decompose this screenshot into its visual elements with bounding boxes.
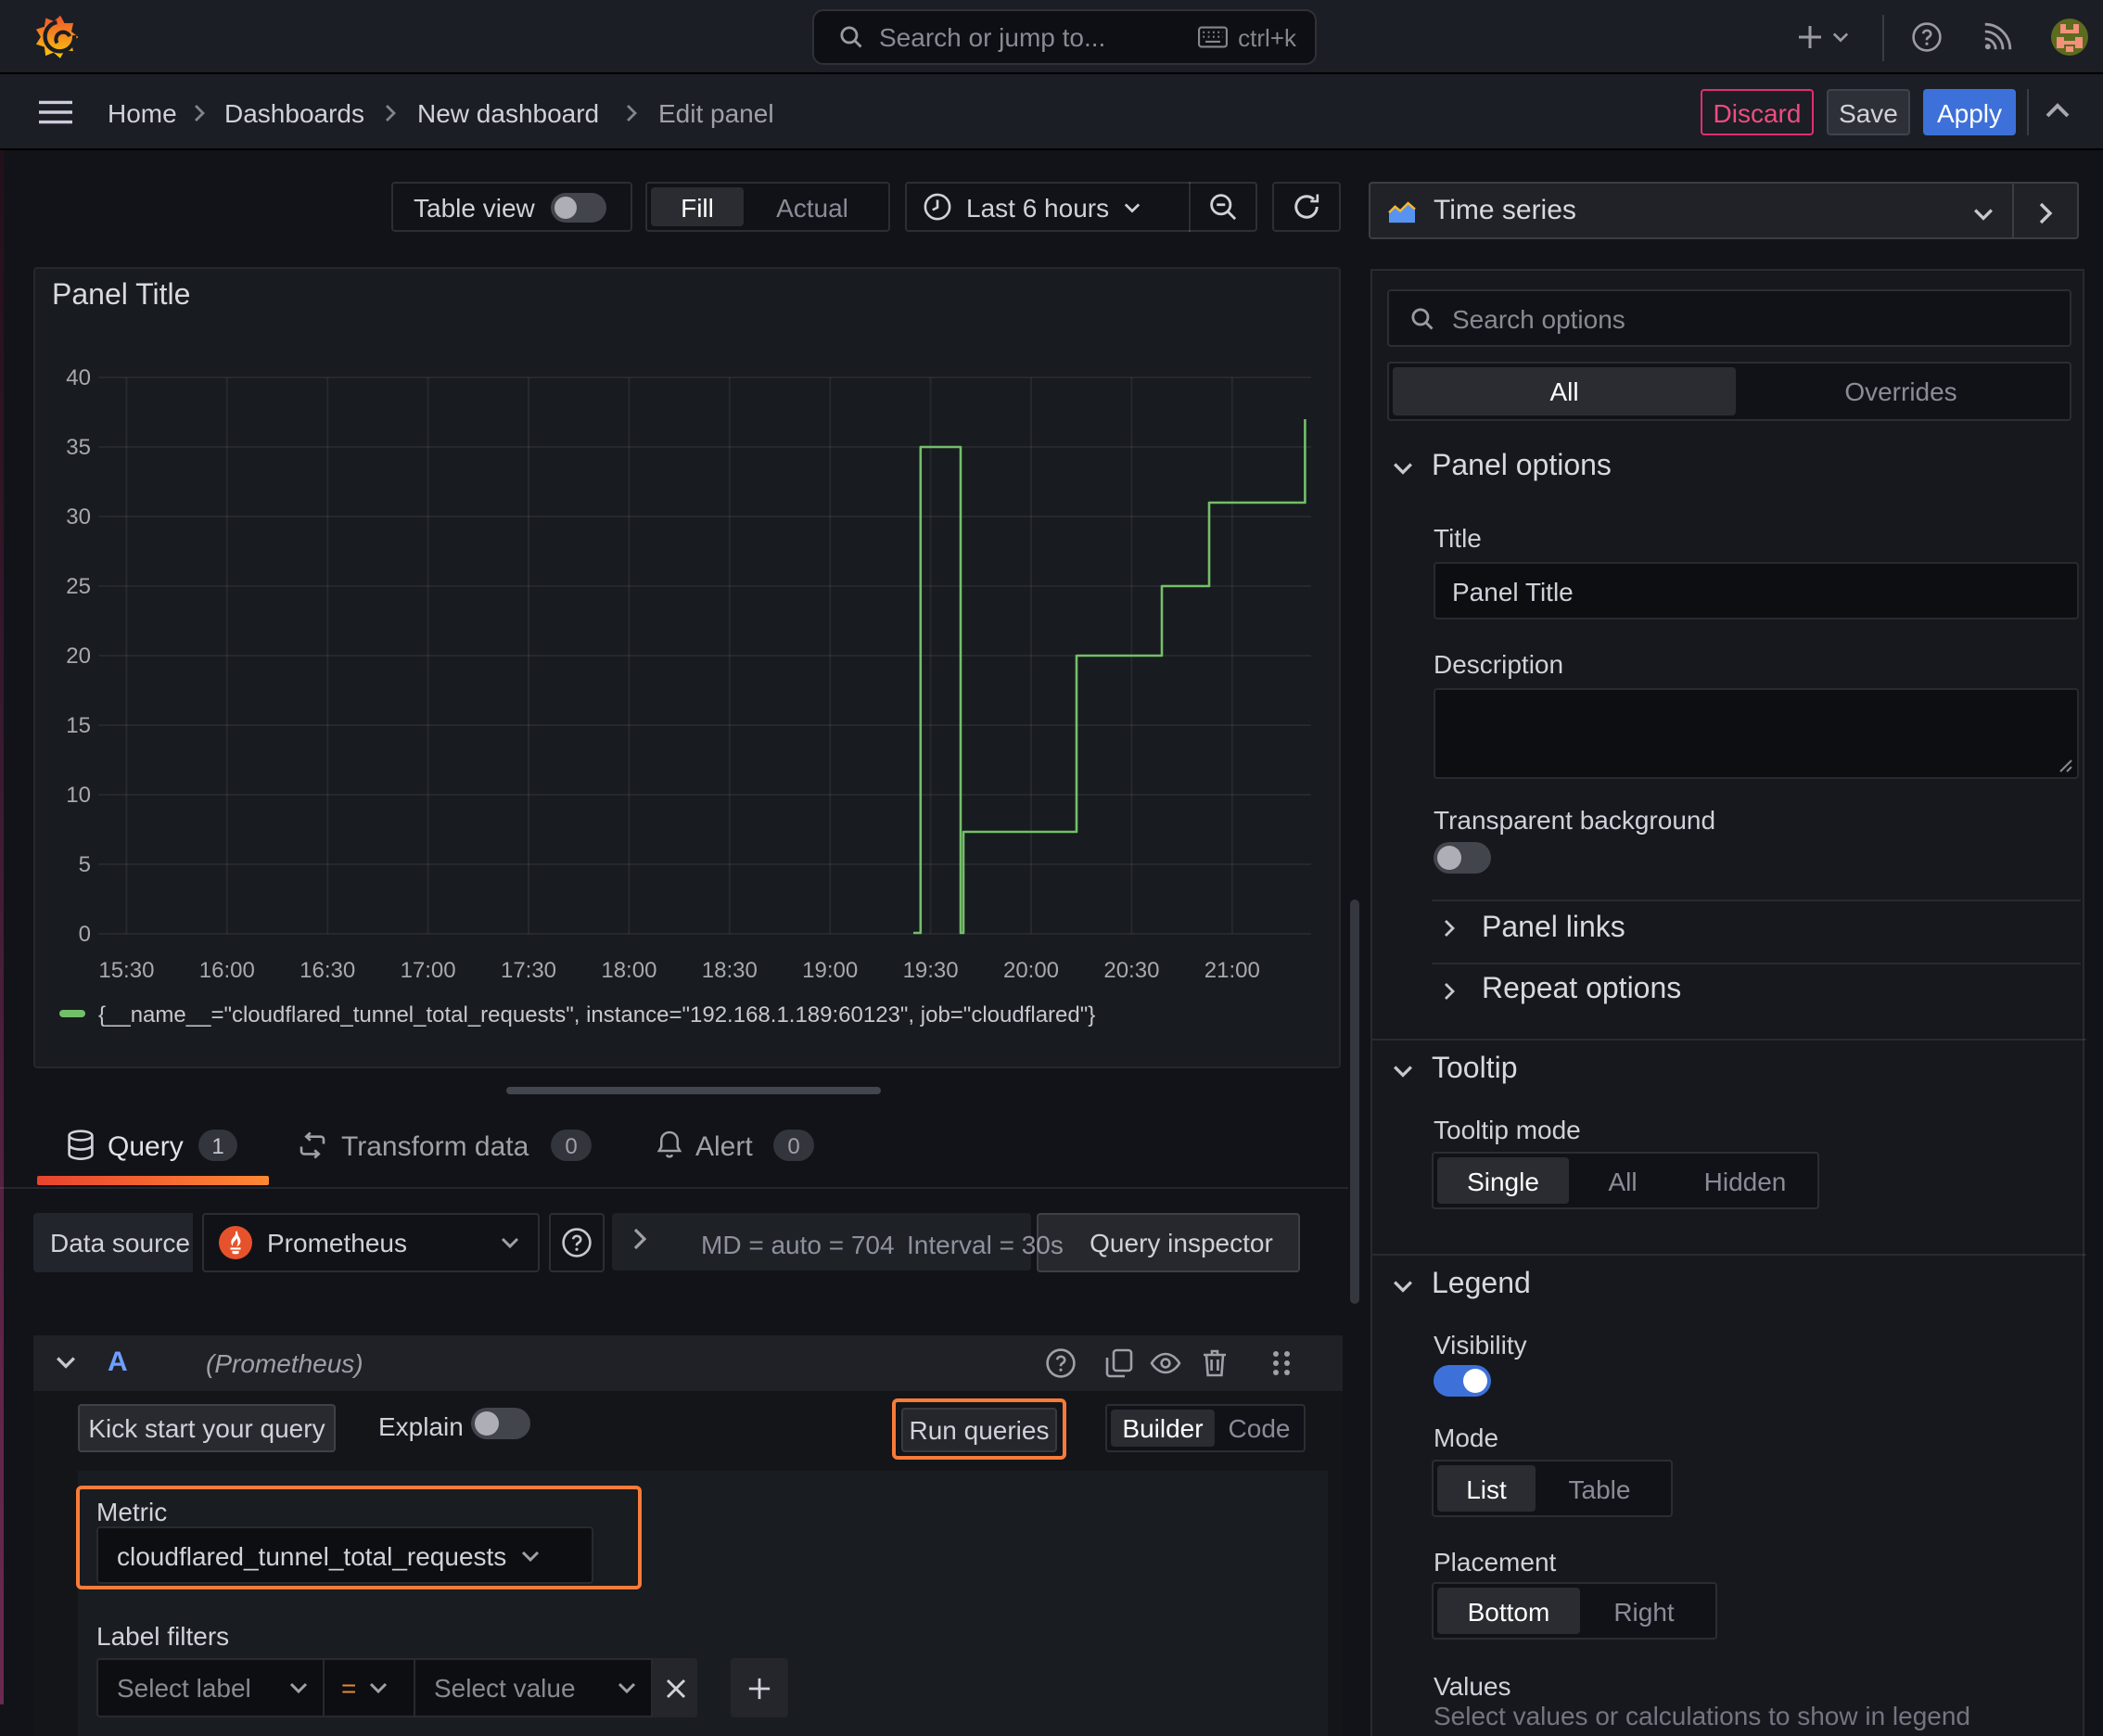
svg-text:0: 0 — [79, 922, 91, 947]
svg-text:{__name__="cloudflared_tunnel_: {__name__="cloudflared_tunnel_total_requ… — [98, 1002, 1095, 1028]
svg-text:5: 5 — [79, 852, 91, 877]
svg-text:19:00: 19:00 — [802, 958, 858, 983]
svg-text:30: 30 — [66, 504, 91, 530]
svg-text:20:00: 20:00 — [1003, 958, 1059, 983]
svg-text:18:00: 18:00 — [601, 958, 656, 983]
svg-text:21:00: 21:00 — [1204, 958, 1260, 983]
svg-text:15: 15 — [66, 713, 91, 738]
svg-text:35: 35 — [66, 435, 91, 460]
svg-text:20: 20 — [66, 644, 91, 669]
svg-text:10: 10 — [66, 783, 91, 808]
svg-text:40: 40 — [66, 365, 91, 390]
svg-text:16:00: 16:00 — [199, 958, 255, 983]
svg-text:17:30: 17:30 — [501, 958, 556, 983]
svg-text:15:30: 15:30 — [98, 958, 154, 983]
svg-text:16:30: 16:30 — [300, 958, 355, 983]
svg-text:20:30: 20:30 — [1103, 958, 1159, 983]
svg-text:19:30: 19:30 — [903, 958, 959, 983]
svg-text:17:00: 17:00 — [401, 958, 456, 983]
svg-text:25: 25 — [66, 574, 91, 599]
svg-text:18:30: 18:30 — [702, 958, 758, 983]
